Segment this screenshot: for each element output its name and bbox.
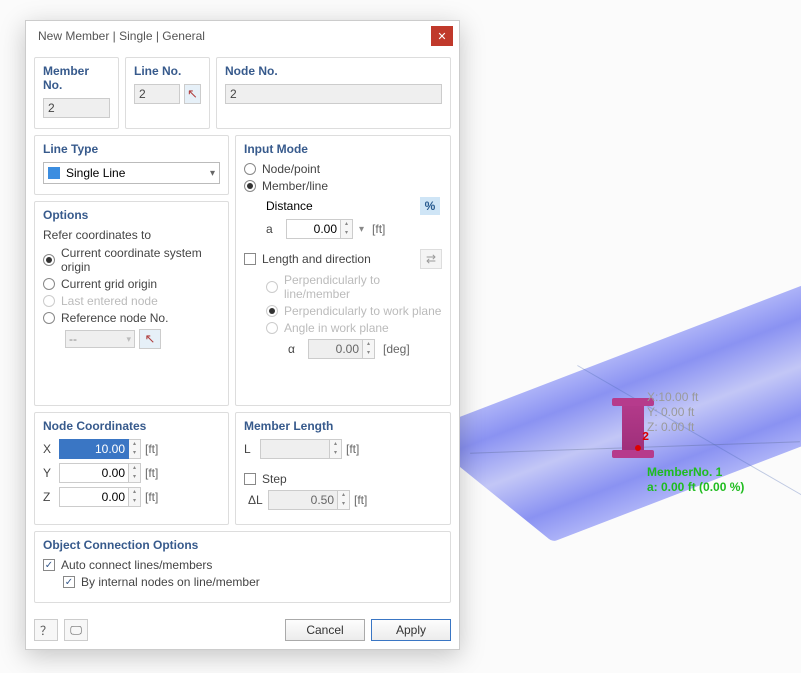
dL-input	[268, 490, 338, 510]
alpha-unit: [deg]	[383, 342, 410, 356]
group-options: Options Refer coordinates to Current coo…	[34, 201, 229, 406]
help-icon: ？	[40, 622, 52, 639]
radio-node-point[interactable]: Node/point	[244, 162, 442, 176]
group-member-length: Member Length L ▴▾ [ft] Step ΔL ▴▾ [ft]	[235, 412, 451, 525]
radio-last-node: Last entered node	[43, 294, 220, 308]
dialog-new-member: New Member | Single | General ✕ Member N…	[25, 20, 460, 650]
radio-perp-line: Perpendicularly to line/member	[266, 273, 442, 301]
hud-a: a: 0.00 ft (0.00 %)	[647, 480, 744, 495]
y-input[interactable]	[59, 463, 129, 483]
L-spinner: ▴▾	[330, 439, 342, 459]
view-button[interactable]: 🖵	[64, 619, 88, 641]
label-x: X	[43, 442, 59, 456]
L-unit: [ft]	[346, 442, 359, 456]
a-input[interactable]	[286, 219, 341, 239]
radio-ref-node[interactable]: Reference node No.	[43, 311, 220, 325]
y-spinner[interactable]: ▴▾	[129, 463, 141, 483]
group-connection: Object Connection Options Auto connect l…	[34, 531, 451, 603]
pick-line-button[interactable]: ↖	[184, 84, 201, 104]
radio-angle-work: Angle in work plane	[266, 321, 442, 335]
node-marker	[635, 445, 641, 451]
radio-perp-work: Perpendicularly to work plane	[266, 304, 442, 318]
label-line-type: Line Type	[43, 142, 220, 156]
z-input[interactable]	[59, 487, 129, 507]
dialog-footer: ？ 🖵 Cancel Apply	[26, 613, 459, 649]
label-refer-coords: Refer coordinates to	[43, 228, 220, 242]
monitor-icon: 🖵	[70, 623, 82, 638]
L-input	[260, 439, 330, 459]
radio-grid-origin[interactable]: Current grid origin	[43, 277, 220, 291]
label-node-no: Node No.	[225, 64, 442, 78]
help-button[interactable]: ？	[34, 619, 58, 641]
cancel-button[interactable]: Cancel	[285, 619, 365, 641]
x-unit: [ft]	[145, 442, 158, 456]
label-dL: ΔL	[248, 493, 268, 507]
label-a: a	[266, 222, 282, 236]
node-no-input[interactable]	[225, 84, 442, 104]
label-L: L	[244, 442, 260, 456]
x-spinner[interactable]: ▴▾	[129, 439, 141, 459]
pick-ref-node-button[interactable]: ↖	[139, 329, 161, 349]
member-no-input[interactable]	[43, 98, 110, 118]
label-z: Z	[43, 490, 59, 504]
label-y: Y	[43, 466, 59, 480]
check-length-direction[interactable]: Length and direction	[244, 252, 371, 266]
dL-spinner: ▴▾	[338, 490, 350, 510]
z-spinner[interactable]: ▴▾	[129, 487, 141, 507]
ref-node-combo[interactable]: --▾	[65, 330, 135, 348]
check-by-internal[interactable]: By internal nodes on line/member	[63, 575, 442, 589]
chevron-down-icon: ▾	[210, 168, 215, 179]
group-member-no: Member No.	[34, 57, 119, 129]
dialog-title: New Member | Single | General	[38, 29, 431, 43]
label-member-length: Member Length	[244, 419, 442, 433]
group-node-coords: Node Coordinates X ▴▾ [ft] Y ▴▾ [ft] Z ▴…	[34, 412, 229, 525]
group-node-no: Node No.	[216, 57, 451, 129]
hud-x: X:10.00 ft	[647, 390, 698, 405]
radio-cs-origin[interactable]: Current coordinate system origin	[43, 246, 220, 274]
label-connection: Object Connection Options	[43, 538, 442, 552]
dL-unit: [ft]	[354, 493, 367, 507]
a-unit: [ft]	[372, 222, 385, 236]
a-spinner[interactable]: ▴▾	[341, 219, 353, 239]
apply-button[interactable]: Apply	[371, 619, 451, 641]
radio-member-line[interactable]: Member/line	[244, 179, 442, 193]
group-line-no: Line No. ↖	[125, 57, 210, 129]
group-input-mode: Input Mode Node/point Member/line Distan…	[235, 135, 451, 406]
line-type-value: Single Line	[66, 166, 125, 180]
line-type-color-icon	[48, 167, 60, 179]
label-alpha: α	[288, 342, 304, 356]
alpha-spinner: ▴▾	[363, 339, 375, 359]
check-auto-connect[interactable]: Auto connect lines/members	[43, 558, 442, 572]
label-line-no: Line No.	[134, 64, 201, 78]
beam-render	[418, 268, 801, 542]
y-unit: [ft]	[145, 466, 158, 480]
label-distance: Distance	[266, 199, 313, 213]
label-member-no: Member No.	[43, 64, 110, 92]
x-input[interactable]	[59, 439, 129, 459]
label-input-mode: Input Mode	[244, 142, 442, 156]
alpha-input	[308, 339, 363, 359]
line-no-input[interactable]	[134, 84, 180, 104]
chevron-down-icon[interactable]: ▾	[359, 224, 364, 235]
swap-button[interactable]: ⇄	[420, 249, 442, 269]
titlebar[interactable]: New Member | Single | General ✕	[26, 21, 459, 51]
check-step[interactable]: Step	[244, 472, 442, 486]
close-button[interactable]: ✕	[431, 26, 453, 46]
hud-z: Z: 0.00 ft	[647, 420, 698, 435]
percent-toggle[interactable]: %	[420, 197, 440, 215]
hud-y: Y: 0.00 ft	[647, 405, 698, 420]
label-options: Options	[43, 208, 220, 222]
z-unit: [ft]	[145, 490, 158, 504]
line-type-combo[interactable]: Single Line ▾	[43, 162, 220, 184]
group-line-type: Line Type Single Line ▾	[34, 135, 229, 195]
label-node-coords: Node Coordinates	[43, 419, 220, 433]
hud-member-no: MemberNo. 1	[647, 465, 744, 480]
hud-member: MemberNo. 1 a: 0.00 ft (0.00 %)	[647, 465, 744, 495]
hud-coords: X:10.00 ft Y: 0.00 ft Z: 0.00 ft	[647, 390, 698, 435]
